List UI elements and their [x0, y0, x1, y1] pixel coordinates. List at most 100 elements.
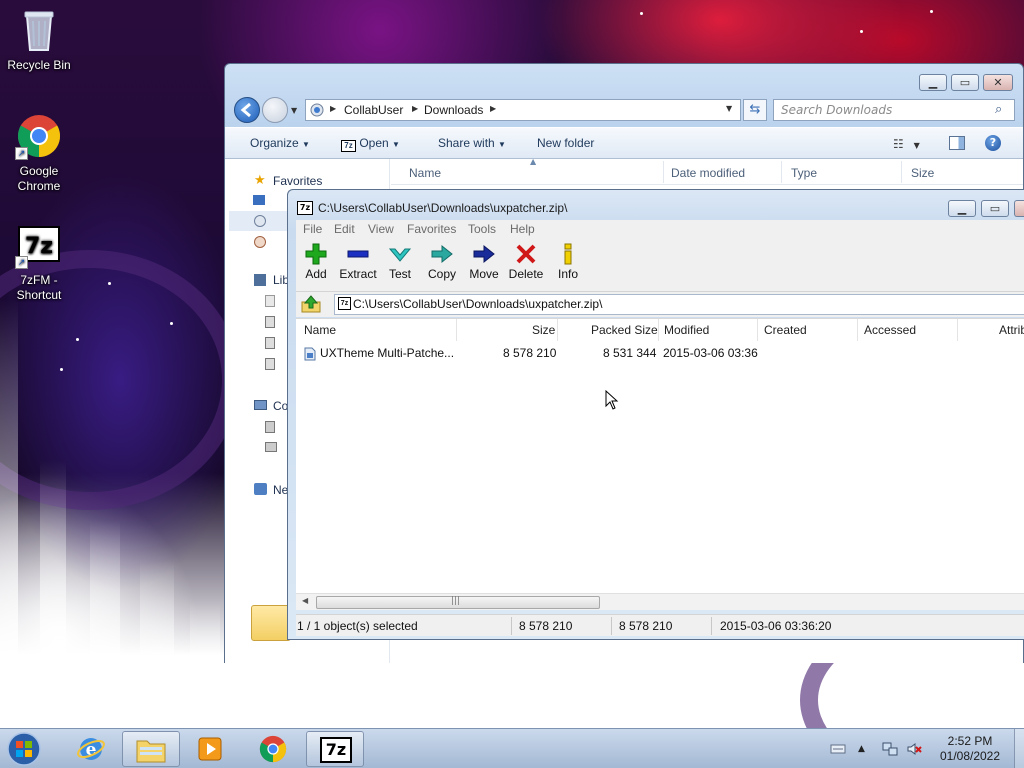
volume-muted-icon[interactable]: [906, 741, 922, 757]
help-button[interactable]: ?: [985, 135, 1001, 151]
preview-pane-button[interactable]: [949, 136, 965, 150]
taskbar-windows-explorer[interactable]: [122, 731, 180, 767]
breadcrumb-item[interactable]: CollabUser: [344, 103, 403, 117]
taskbar-media-player[interactable]: [182, 731, 240, 767]
column-header-type[interactable]: Type: [791, 166, 817, 180]
new-folder-button[interactable]: New folder: [537, 136, 594, 150]
start-button[interactable]: [6, 731, 46, 767]
column-header-date-modified[interactable]: Date modified: [671, 166, 745, 180]
organize-button[interactable]: Organize ▼: [250, 136, 310, 150]
recycle-bin-icon: [15, 6, 63, 54]
refresh-button[interactable]: ⇆: [743, 99, 767, 121]
maximize-button[interactable]: ▭: [981, 200, 1009, 217]
move-button[interactable]: Move: [462, 243, 506, 281]
maximize-button[interactable]: ▭: [951, 74, 979, 91]
desktop-icon-label: 7zFM - Shortcut: [16, 273, 62, 302]
column-headers: Name ▲ Date modified Type Size: [391, 157, 1023, 185]
desktop-folder-icon: [253, 195, 265, 205]
breadcrumb-separator-icon: ▶: [330, 104, 337, 113]
column-separator[interactable]: [901, 161, 902, 183]
nav-favorites[interactable]: Favorites: [273, 174, 322, 188]
copy-button[interactable]: Copy: [420, 243, 464, 281]
test-button[interactable]: Test: [378, 243, 422, 281]
chrome-icon: ↗: [15, 112, 63, 160]
search-input[interactable]: Search Downloads: [773, 99, 1015, 121]
minimize-button[interactable]: ▁: [919, 74, 947, 91]
help-icon: ?: [989, 136, 997, 149]
column-header-name[interactable]: Name: [409, 166, 441, 180]
delete-button[interactable]: Delete: [504, 243, 548, 281]
menu-edit[interactable]: Edit: [334, 222, 355, 236]
keyboard-icon[interactable]: [830, 741, 846, 757]
address-bar[interactable]: ▶ CollabUser ▶ Downloads ▶ ▼: [305, 99, 741, 121]
taskbar-7zip[interactable]: 7z: [306, 731, 364, 767]
maximize-icon: ▭: [989, 202, 1001, 215]
breadcrumb-separator-icon[interactable]: ▶: [412, 104, 418, 113]
internet-explorer-icon: e: [77, 738, 105, 760]
extract-button[interactable]: Extract: [336, 243, 380, 281]
grip-icon: |||: [451, 596, 461, 606]
show-hidden-icons-icon[interactable]: ▲: [858, 741, 874, 757]
add-button[interactable]: Add: [294, 243, 338, 281]
info-icon: [564, 243, 572, 265]
tool-label: Info: [557, 267, 578, 281]
7zip-icon: 7z ↗: [15, 221, 63, 269]
view-options-button[interactable]: ☷ ▼: [893, 137, 929, 152]
desktop-icon-recycle-bin[interactable]: Recycle Bin: [1, 6, 77, 73]
scrollbar-thumb[interactable]: |||: [316, 596, 600, 609]
breadcrumb-separator-icon[interactable]: ▶: [490, 104, 496, 113]
share-with-button[interactable]: Share with ▼: [438, 136, 506, 150]
menu-file[interactable]: File: [303, 222, 322, 236]
taskbar: e 7z ▲ 2:52 PM 01/08/2022: [0, 728, 1024, 768]
file-list[interactable]: Name Size Packed Size Modified Created A…: [296, 318, 1024, 608]
search-icon[interactable]: ⌕: [995, 102, 1002, 117]
column-separator[interactable]: [781, 161, 782, 183]
path-input[interactable]: 7z C:\Users\CollabUser\Downloads\uxpatch…: [334, 294, 1024, 315]
horizontal-scrollbar[interactable]: ◀ |||: [296, 593, 1024, 610]
wallpaper-star: [860, 30, 863, 33]
7zip-icon: 7z: [320, 737, 352, 763]
status-separator: [611, 617, 612, 635]
chevron-down-icon: ▼: [498, 140, 506, 149]
menu-view[interactable]: View: [368, 222, 394, 236]
file-icon: [304, 347, 316, 361]
maximize-icon: ▭: [959, 76, 971, 89]
forward-button[interactable]: [262, 97, 288, 123]
taskbar-internet-explorer[interactable]: e: [62, 731, 120, 767]
menu-favorites[interactable]: Favorites: [407, 222, 456, 236]
scroll-left-icon[interactable]: ◀: [302, 596, 308, 605]
menu-tools[interactable]: Tools: [468, 222, 496, 236]
mouse-cursor-icon: [605, 390, 619, 410]
wallpaper-spike: [140, 560, 174, 728]
close-button[interactable]: ✕: [983, 74, 1013, 91]
pictures-icon: [265, 337, 275, 349]
shortcut-arrow-icon: ↗: [15, 256, 28, 269]
music-icon: [265, 316, 275, 328]
wallpaper-spike: [90, 520, 120, 720]
status-size: 8 578 210: [519, 619, 573, 633]
videos-icon: [265, 358, 275, 370]
taskbar-google-chrome[interactable]: [244, 731, 302, 767]
info-button[interactable]: Info: [546, 243, 590, 281]
system-clock[interactable]: 2:52 PM 01/08/2022: [930, 734, 1010, 764]
recent-pages-dropdown[interactable]: ▼: [291, 106, 297, 115]
breadcrumb-item[interactable]: Downloads: [424, 103, 483, 117]
back-button[interactable]: [234, 97, 260, 123]
address-dropdown-icon[interactable]: ▼: [726, 104, 732, 113]
minimize-button[interactable]: ▁: [948, 200, 976, 217]
recent-places-icon: [254, 236, 266, 248]
desktop-icon-google-chrome[interactable]: ↗ Google Chrome: [1, 112, 77, 194]
computer-icon: [254, 400, 267, 410]
network-status-icon[interactable]: [882, 741, 898, 757]
7zip-window[interactable]: 7z C:\Users\CollabUser\Downloads\uxpatch…: [287, 189, 1024, 640]
close-button[interactable]: [1014, 200, 1024, 217]
column-header-size[interactable]: Size: [911, 166, 934, 180]
up-folder-button[interactable]: [300, 295, 326, 315]
open-button[interactable]: 7z Open ▼: [341, 136, 400, 152]
show-desktop-button[interactable]: [1014, 729, 1024, 768]
table-row[interactable]: UXTheme Multi-Patche... 8 578 210 8 531 …: [296, 319, 1024, 365]
desktop-icon-7zfm-shortcut[interactable]: 7z ↗ 7zFM - Shortcut: [1, 221, 77, 303]
menu-help[interactable]: Help: [510, 222, 535, 236]
column-separator[interactable]: [663, 161, 664, 183]
chevron-down-icon: ▼: [302, 140, 310, 149]
